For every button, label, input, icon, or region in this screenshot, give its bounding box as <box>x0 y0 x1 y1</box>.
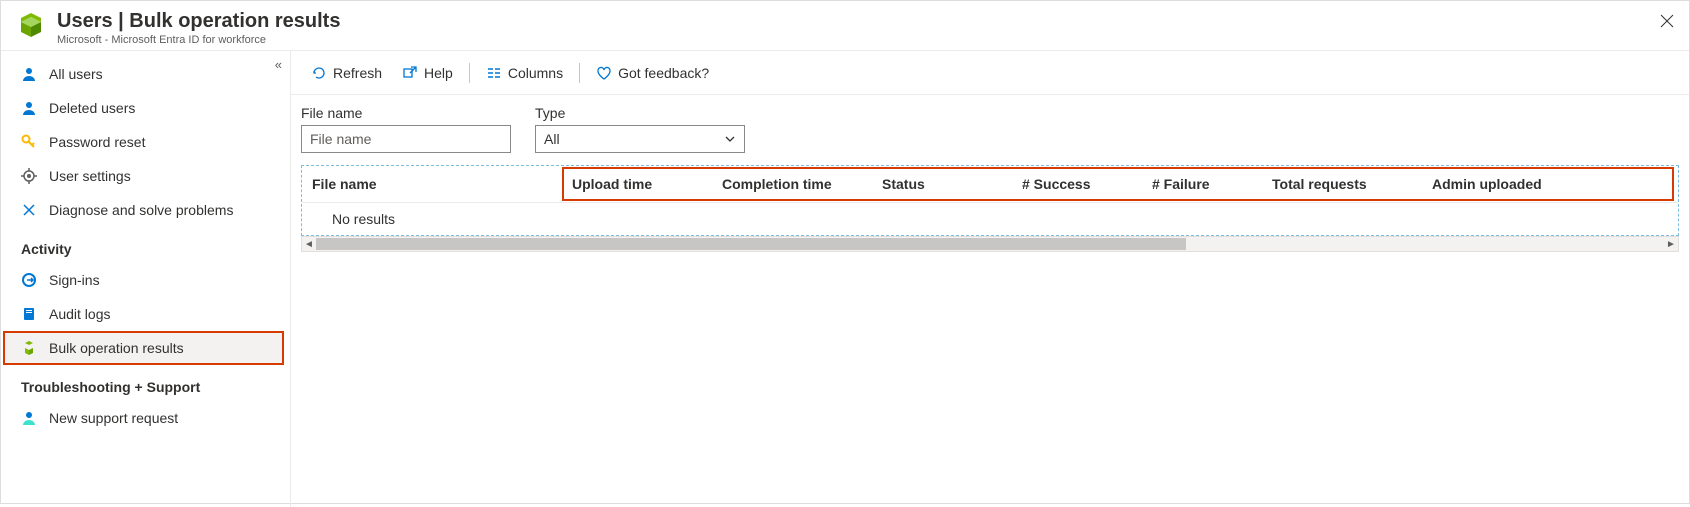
columns-icon <box>486 65 502 81</box>
signin-icon <box>21 272 37 288</box>
sidebar-item-label: New support request <box>49 410 178 426</box>
scroll-left-icon[interactable]: ◄ <box>302 237 316 251</box>
col-completion-time[interactable]: Completion time <box>712 176 872 192</box>
filter-filename-label: File name <box>301 105 511 121</box>
chevron-down-icon <box>724 133 736 145</box>
sidebar-item-diagnose[interactable]: Diagnose and solve problems <box>1 193 290 227</box>
page-subtitle: Microsoft - Microsoft Entra ID for workf… <box>57 34 340 46</box>
filter-type: Type All <box>535 105 745 153</box>
col-success[interactable]: # Success <box>1012 176 1142 192</box>
heart-icon <box>596 65 612 81</box>
gear-icon <box>21 168 37 184</box>
user-icon <box>21 66 37 82</box>
scroll-right-icon[interactable]: ► <box>1664 237 1678 251</box>
toolbar: Refresh Help Columns Got feedback? <box>291 51 1689 95</box>
feedback-label: Got feedback? <box>618 65 709 81</box>
book-icon <box>21 306 37 322</box>
refresh-button[interactable]: Refresh <box>301 57 392 89</box>
col-filename[interactable]: File name <box>302 176 562 192</box>
key-icon <box>21 134 37 150</box>
close-icon <box>1660 14 1674 28</box>
filter-type-label: Type <box>535 105 745 121</box>
columns-label: Columns <box>508 65 563 81</box>
col-failure[interactable]: # Failure <box>1142 176 1262 192</box>
sidebar-item-label: All users <box>49 66 103 82</box>
sidebar-section-support: Troubleshooting + Support <box>1 365 290 401</box>
refresh-icon <box>311 65 327 81</box>
grid-empty-state: No results <box>302 202 1678 235</box>
refresh-label: Refresh <box>333 65 382 81</box>
close-button[interactable] <box>1655 9 1679 33</box>
filter-filename: File name <box>301 105 511 153</box>
type-dropdown-value: All <box>544 131 560 147</box>
sidebar-item-label: Audit logs <box>49 306 110 322</box>
type-dropdown[interactable]: All <box>535 125 745 153</box>
scrollbar-thumb[interactable] <box>316 238 1186 250</box>
columns-button[interactable]: Columns <box>476 57 573 89</box>
sidebar-item-all-users[interactable]: All users <box>1 57 290 91</box>
filter-bar: File name Type All <box>291 95 1689 165</box>
feedback-button[interactable]: Got feedback? <box>586 57 719 89</box>
app-logo-icon <box>15 11 47 43</box>
page-header: Users | Bulk operation results Microsoft… <box>1 1 1689 51</box>
help-label: Help <box>424 65 453 81</box>
sidebar: « All users Deleted users Password reset… <box>1 51 291 507</box>
external-link-icon <box>402 65 418 81</box>
sidebar-item-new-support-request[interactable]: New support request <box>1 401 290 435</box>
sidebar-item-label: Sign-ins <box>49 272 100 288</box>
sidebar-item-deleted-users[interactable]: Deleted users <box>1 91 290 125</box>
col-status[interactable]: Status <box>872 176 1012 192</box>
user-icon <box>21 100 37 116</box>
sidebar-item-label: User settings <box>49 168 131 184</box>
col-total[interactable]: Total requests <box>1262 176 1422 192</box>
results-grid: File name Upload time Completion time St… <box>301 165 1679 236</box>
support-icon <box>21 410 37 426</box>
wrench-icon <box>21 202 37 218</box>
toolbar-separator <box>469 63 470 83</box>
filename-input[interactable] <box>301 125 511 153</box>
sidebar-item-label: Diagnose and solve problems <box>49 202 233 218</box>
col-upload-time[interactable]: Upload time <box>562 176 712 192</box>
grid-header-row: File name Upload time Completion time St… <box>302 166 1678 202</box>
toolbar-separator <box>579 63 580 83</box>
sidebar-section-activity: Activity <box>1 227 290 263</box>
main-content: Refresh Help Columns Got feedback? File … <box>291 51 1689 507</box>
sidebar-item-audit-logs[interactable]: Audit logs <box>1 297 290 331</box>
sidebar-item-label: Bulk operation results <box>49 340 184 356</box>
page-title: Users | Bulk operation results <box>57 9 340 33</box>
sidebar-item-label: Password reset <box>49 134 145 150</box>
help-button[interactable]: Help <box>392 57 463 89</box>
cubes-icon <box>21 340 37 356</box>
sidebar-item-bulk-results[interactable]: Bulk operation results <box>3 331 284 365</box>
sidebar-item-signins[interactable]: Sign-ins <box>1 263 290 297</box>
col-admin[interactable]: Admin uploaded <box>1422 176 1678 192</box>
horizontal-scrollbar[interactable]: ◄ ► <box>301 236 1679 252</box>
sidebar-collapse-button[interactable]: « <box>275 57 282 72</box>
sidebar-item-label: Deleted users <box>49 100 135 116</box>
sidebar-item-password-reset[interactable]: Password reset <box>1 125 290 159</box>
sidebar-item-user-settings[interactable]: User settings <box>1 159 290 193</box>
